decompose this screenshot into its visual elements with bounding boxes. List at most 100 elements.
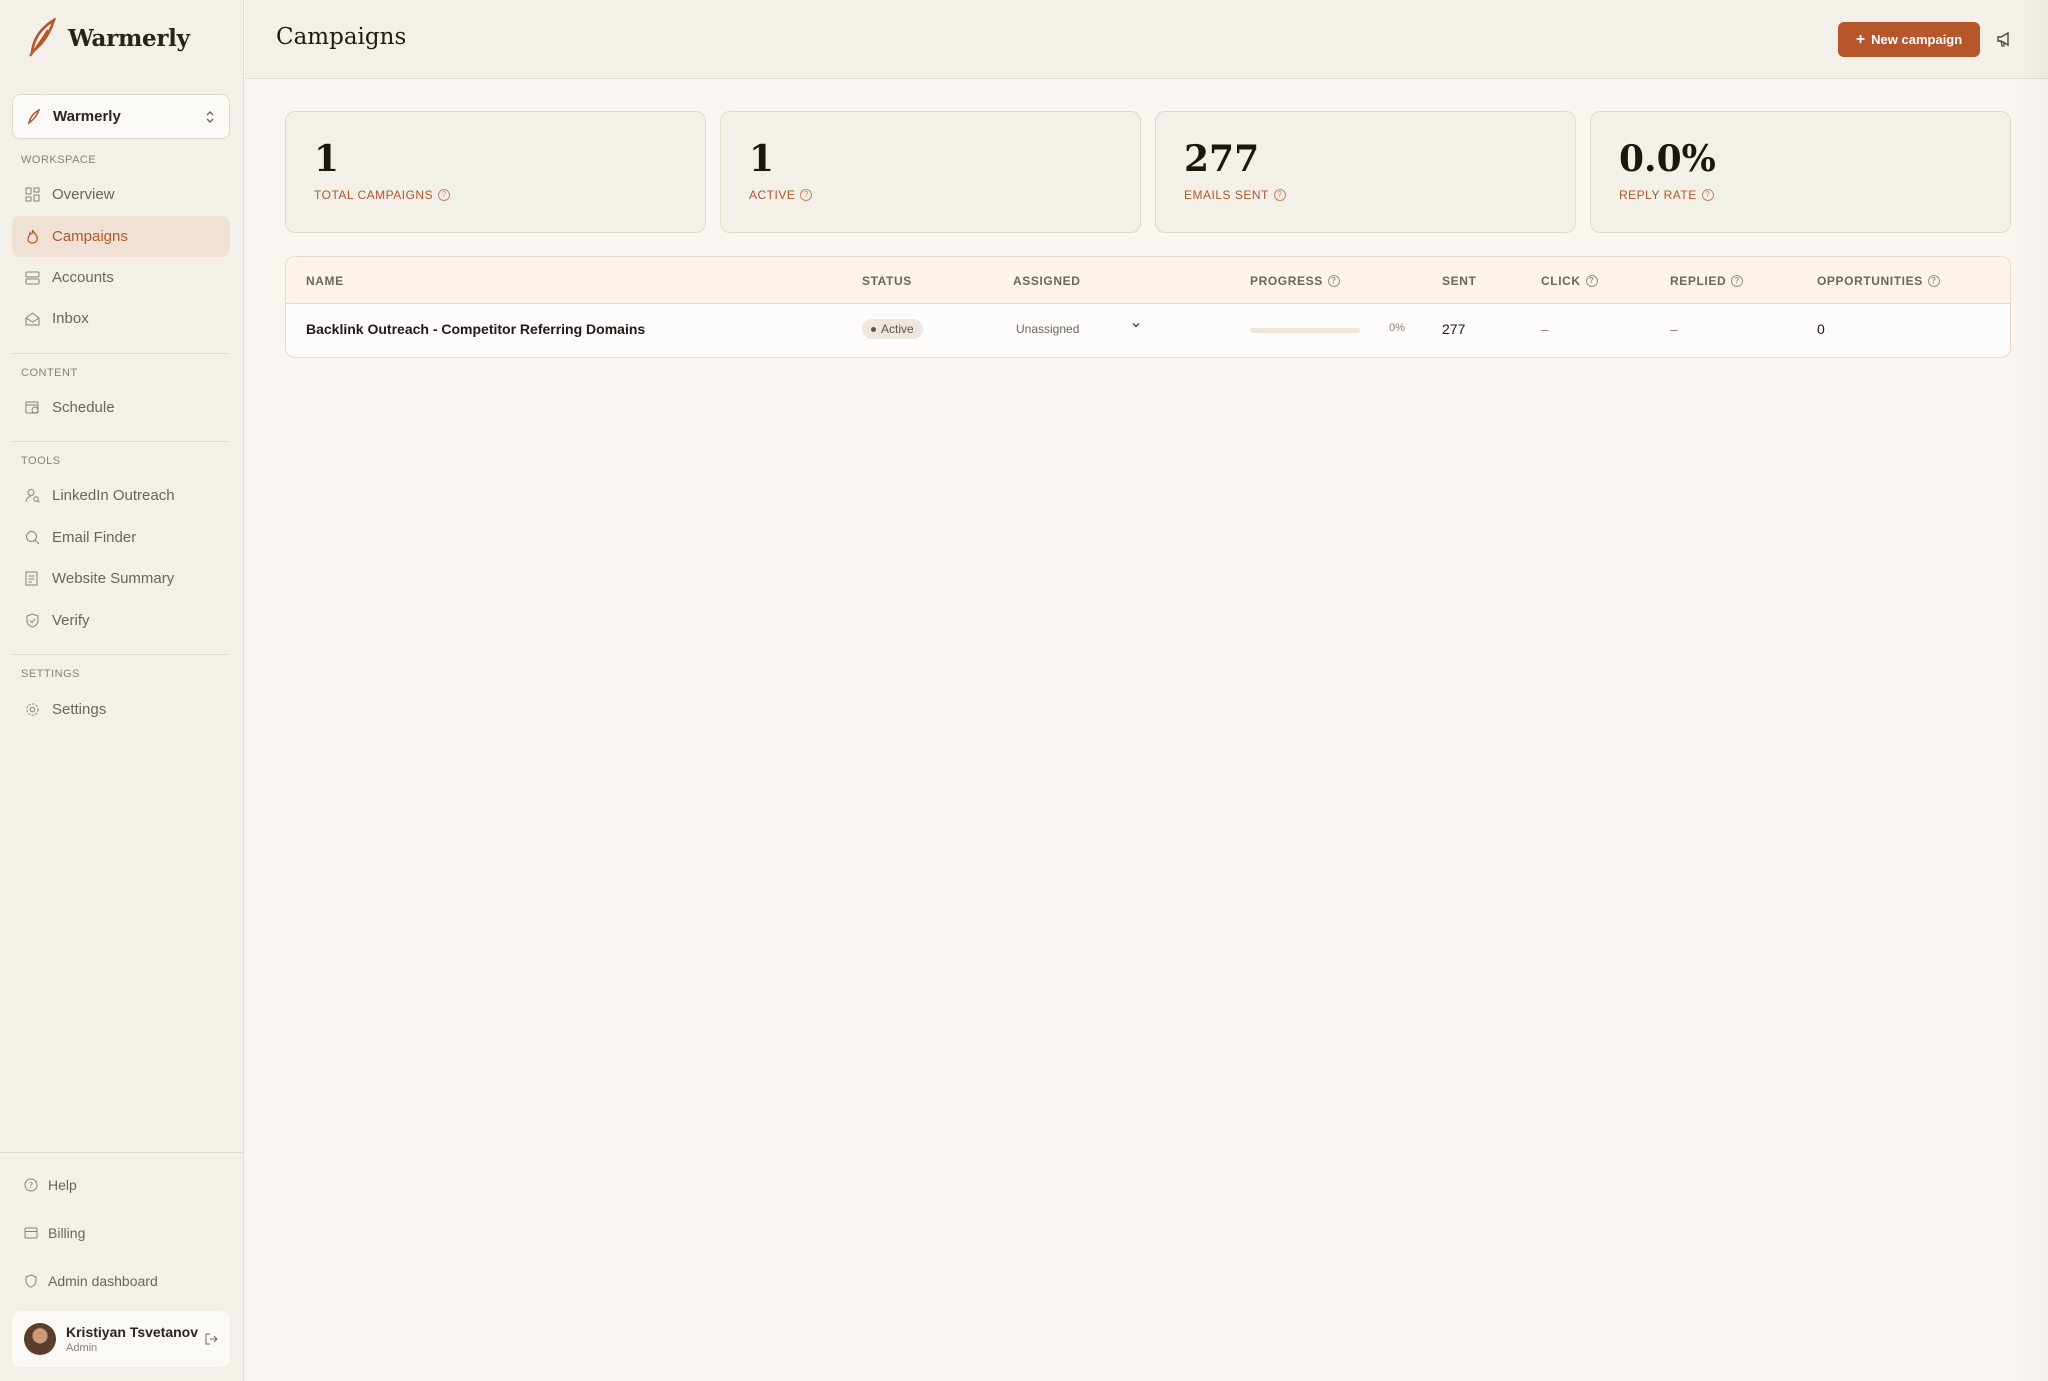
campaign-name[interactable]: Backlink Outreach - Competitor Referring… — [306, 321, 645, 337]
user-info: Kristiyan Tsvetanov Admin — [66, 1324, 204, 1354]
sidebar: Warmerly Warmerly WORKSPACE Overview Cam… — [0, 0, 244, 1381]
stat-label: REPLY RATE ? — [1619, 188, 1714, 202]
server-icon — [24, 270, 40, 286]
svg-text:?: ? — [29, 1181, 33, 1190]
sidebar-item-email-finder[interactable]: Email Finder — [12, 517, 230, 558]
sidebar-item-verify[interactable]: Verify — [12, 600, 230, 641]
help-circle-icon[interactable]: ? — [1701, 189, 1714, 201]
column-header-click[interactable]: CLICK ? — [1541, 274, 1598, 288]
user-name: Kristiyan Tsvetanov — [66, 1324, 199, 1340]
assignee-select[interactable]: Unassigned — [1016, 322, 1079, 336]
brand-name: Warmerly — [68, 24, 190, 52]
sidebar-item-inbox[interactable]: Inbox — [12, 298, 230, 339]
sidebar-item-label: Email Finder — [52, 529, 137, 546]
sidebar-item-accounts[interactable]: Accounts — [12, 257, 230, 298]
help-circle-icon[interactable]: ? — [438, 189, 451, 201]
shield-icon — [25, 1274, 37, 1288]
sidebar-item-label: Schedule — [52, 399, 115, 416]
billing-link[interactable]: Billing — [24, 1225, 85, 1241]
progress-bar — [1250, 328, 1360, 333]
help-label: Help — [48, 1177, 77, 1193]
sent-count: 277 — [1442, 321, 1466, 337]
workspace-name: Warmerly — [53, 108, 121, 125]
help-circle-icon[interactable]: ? — [1273, 189, 1286, 201]
page-edge-shadow — [2018, 0, 2048, 1381]
sidebar-item-label: Verify — [52, 612, 90, 629]
sidebar-item-label: Overview — [52, 186, 115, 203]
campaigns-table: NAME STATUS ASSIGNED PROGRESS ? SENT CLI… — [285, 256, 2011, 358]
stat-label: ACTIVE ? — [749, 188, 813, 202]
stat-value: 277 — [1184, 138, 1260, 180]
page-title: Campaigns — [276, 24, 407, 50]
help-circle-icon: ? — [24, 1178, 38, 1192]
calendar-clock-icon — [24, 400, 40, 416]
stat-label-text: REPLY RATE — [1619, 188, 1697, 202]
column-header-label: REPLIED — [1670, 274, 1727, 288]
progress-percent: 0% — [1389, 322, 1405, 334]
status-text: Active — [881, 322, 914, 336]
sidebar-item-label: Accounts — [52, 269, 114, 286]
stat-label-text: TOTAL CAMPAIGNS — [314, 188, 434, 202]
new-campaign-button[interactable]: + New campaign — [1838, 22, 1980, 57]
replied-count: – — [1670, 321, 1678, 337]
sidebar-item-schedule[interactable]: Schedule — [12, 387, 230, 428]
column-header-sent[interactable]: SENT — [1442, 274, 1476, 288]
help-circle-icon[interactable]: ? — [1927, 275, 1940, 287]
column-header-assigned[interactable]: ASSIGNED — [1013, 274, 1080, 288]
new-campaign-label: New campaign — [1871, 32, 1963, 47]
gear-icon — [24, 702, 40, 718]
help-link[interactable]: ? Help — [24, 1177, 77, 1193]
column-header-name[interactable]: NAME — [306, 274, 344, 288]
chevron-down-icon[interactable] — [1130, 319, 1142, 331]
stat-value: 0.0% — [1619, 138, 1716, 180]
workspace-selector[interactable]: Warmerly — [12, 94, 230, 139]
megaphone-icon[interactable] — [1995, 29, 2015, 49]
logout-icon[interactable] — [204, 1332, 218, 1346]
sidebar-item-overview[interactable]: Overview — [12, 174, 230, 215]
billing-label: Billing — [48, 1225, 86, 1241]
brand-logo[interactable]: Warmerly — [26, 18, 190, 58]
warmerly-logo-icon — [29, 18, 57, 57]
sidebar-divider — [12, 353, 228, 354]
search-icon — [24, 530, 40, 546]
user-card[interactable]: Kristiyan Tsvetanov Admin — [12, 1311, 230, 1367]
sidebar-item-website-summary[interactable]: Website Summary — [12, 558, 230, 599]
sidebar-item-settings[interactable]: Settings — [12, 689, 230, 730]
user-search-icon — [24, 488, 40, 504]
column-header-label: OPPORTUNITIES — [1817, 274, 1923, 288]
stat-card-reply-rate: 0.0% REPLY RATE ? — [1590, 111, 2011, 233]
status-dot-icon — [871, 326, 876, 332]
sidebar-item-label: Settings — [52, 701, 107, 718]
column-header-label: PROGRESS — [1250, 274, 1323, 288]
warmerly-mini-icon — [27, 108, 41, 125]
admin-dashboard-label: Admin dashboard — [48, 1273, 158, 1289]
top-bar: Campaigns + New campaign — [245, 0, 2048, 79]
sidebar-item-label: Website Summary — [52, 570, 175, 587]
chevron-updown-icon — [206, 110, 214, 123]
stat-label-text: ACTIVE — [749, 188, 796, 202]
help-circle-icon[interactable]: ? — [1585, 275, 1598, 287]
admin-dashboard-link[interactable]: Admin dashboard — [24, 1273, 158, 1289]
sidebar-item-label: LinkedIn Outreach — [52, 487, 175, 504]
sidebar-item-campaigns[interactable]: Campaigns — [12, 216, 230, 257]
sidebar-footer-divider — [0, 1152, 244, 1153]
table-header: NAME STATUS ASSIGNED PROGRESS ? SENT CLI… — [286, 257, 2010, 304]
mail-open-icon — [24, 311, 40, 327]
help-circle-icon[interactable]: ? — [800, 189, 813, 201]
help-circle-icon[interactable]: ? — [1731, 275, 1744, 287]
plus-icon: + — [1855, 30, 1866, 48]
sidebar-item-label: Inbox — [52, 310, 89, 327]
section-content: CONTENT — [21, 367, 78, 379]
sidebar-item-linkedin-outreach[interactable]: LinkedIn Outreach — [12, 475, 230, 516]
section-tools: TOOLS — [21, 455, 61, 467]
user-role: Admin — [66, 1342, 98, 1354]
sidebar-divider — [12, 654, 228, 655]
column-header-progress[interactable]: PROGRESS ? — [1250, 274, 1340, 288]
section-workspace: WORKSPACE — [21, 154, 97, 166]
status-badge: Active — [862, 319, 923, 339]
help-circle-icon[interactable]: ? — [1327, 275, 1340, 287]
column-header-status[interactable]: STATUS — [862, 274, 912, 288]
section-settings: SETTINGS — [21, 668, 81, 680]
column-header-replied[interactable]: REPLIED ? — [1670, 274, 1744, 288]
column-header-opportunities[interactable]: OPPORTUNITIES ? — [1817, 274, 1940, 288]
